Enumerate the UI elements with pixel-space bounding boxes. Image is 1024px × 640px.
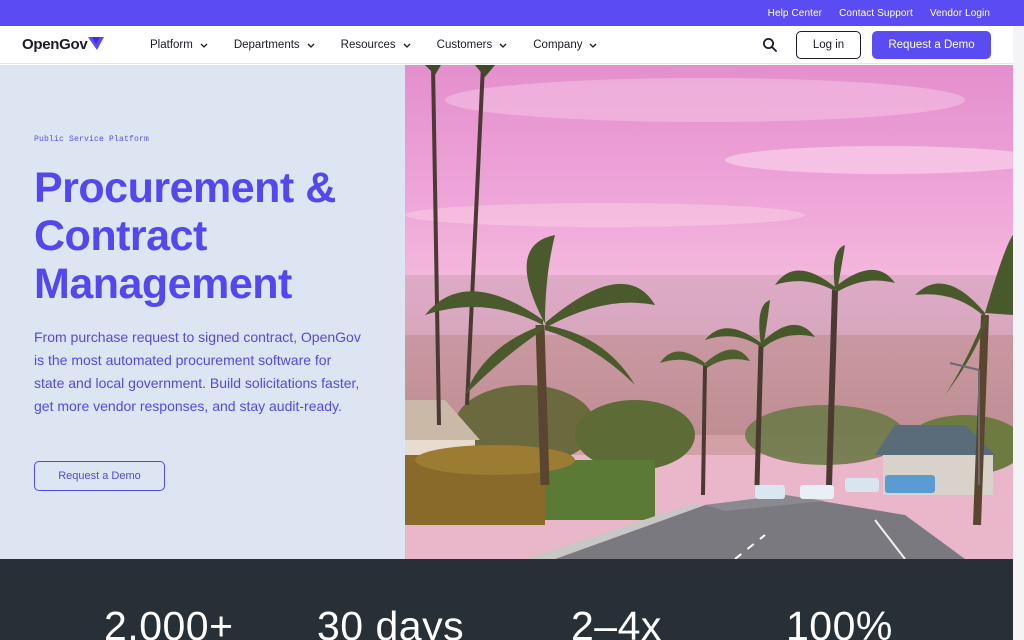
stats-band: 2,000+ 30 days 2–4x 100% [0, 559, 1013, 640]
hero-title-line: Procurement & [34, 164, 336, 212]
stat-value: 30 days [317, 603, 465, 640]
nav-item-label: Departments [233, 39, 300, 51]
nav-item-resources[interactable]: Resources [341, 39, 411, 51]
nav-item-label: Platform [150, 39, 193, 51]
stat-value: 2,000+ [104, 603, 234, 640]
login-button[interactable]: Log in [796, 31, 861, 59]
hero-eyebrow: Public Service Platform [34, 135, 150, 144]
vendor-login-link[interactable]: Vendor Login [930, 8, 990, 19]
hero-request-demo-button[interactable]: Request a Demo [34, 461, 165, 491]
logo-text: OpenGov [22, 36, 88, 53]
opengov-logo[interactable]: OpenGov [22, 36, 105, 53]
page-scrollbar[interactable] [1013, 26, 1024, 640]
nav-item-label: Resources [340, 39, 396, 51]
hero-title-line: Contract [34, 212, 207, 260]
hero-title-line: Management [34, 260, 292, 308]
nav-item-platform[interactable]: Platform [150, 39, 208, 51]
request-demo-button[interactable]: Request a Demo [872, 31, 991, 59]
utility-bar: Help Center Contact Support Vendor Login [0, 0, 1024, 26]
chevron-down-icon [590, 43, 597, 48]
main-navigation: OpenGov Platform Departments Resources C… [0, 26, 1013, 64]
hero-title: Procurement & Contract Management [34, 164, 394, 308]
stat-value: 2–4x [571, 603, 662, 640]
chevron-down-icon [307, 43, 315, 48]
chevron-down-icon [200, 43, 208, 48]
hero-text-panel: Public Service Platform Procurement & Co… [0, 65, 405, 559]
chevron-down-icon [403, 43, 411, 48]
hero-image [405, 65, 1013, 559]
chevron-down-icon [499, 43, 507, 48]
nav-item-departments[interactable]: Departments [234, 39, 315, 51]
nav-item-customers[interactable]: Customers [437, 39, 508, 51]
logo-mark-icon [88, 36, 105, 50]
contact-support-link[interactable]: Contact Support [839, 8, 913, 19]
nav-item-label: Customers [436, 39, 493, 51]
stat-value: 100% [786, 603, 893, 640]
help-center-link[interactable]: Help Center [768, 8, 822, 19]
hero-photo-illustration [405, 65, 1013, 559]
nav-menu: Platform Departments Resources Customers… [150, 26, 623, 64]
nav-item-company[interactable]: Company [533, 39, 597, 51]
nav-item-label: Company [533, 39, 583, 51]
hero-description: From purchase request to signed contract… [34, 329, 361, 414]
search-icon[interactable] [762, 37, 778, 53]
